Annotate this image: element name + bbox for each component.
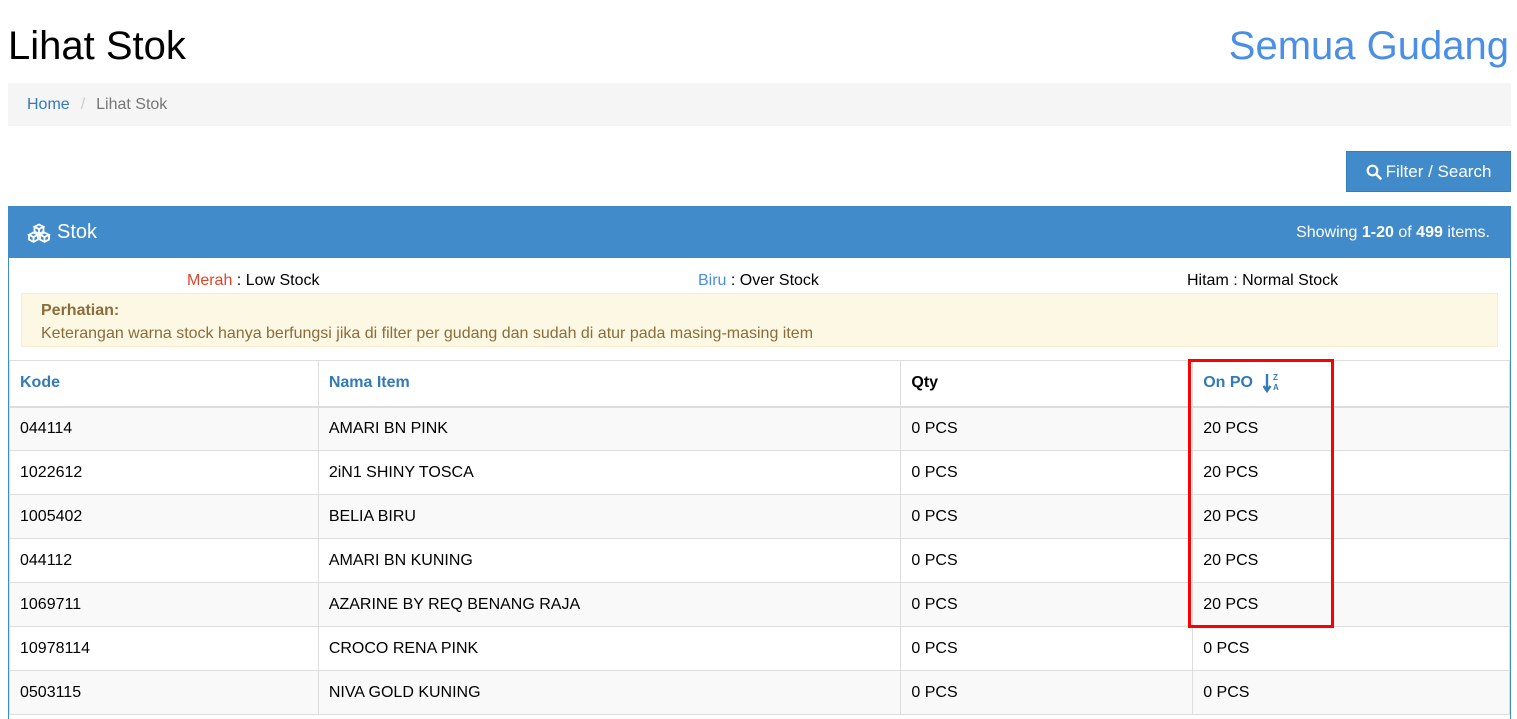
table-row: 1022612 2iN1 SHINY TOSCA 0 PCS 20 PCS — [9, 450, 1510, 495]
cell-qty: 0 PCS — [900, 494, 1194, 539]
panel-title: Stok — [27, 221, 97, 244]
cubes-icon — [27, 222, 51, 243]
column-header-on-po[interactable]: On PO Z A — [1192, 360, 1510, 407]
table-row: 044114 AMARI BN PINK 0 PCS 20 PCS — [9, 405, 1510, 451]
breadcrumb-separator: / — [80, 95, 86, 113]
cell-kode: 1069711 — [9, 582, 319, 627]
item-count-summary: Showing 1-20 of 499 items. — [1296, 223, 1490, 241]
legend-low-stock: Merah : Low Stock — [187, 272, 320, 289]
cell-qty: 0 PCS — [900, 582, 1194, 627]
color-legend: Merah : Low Stock Biru : Over Stock Hita… — [9, 258, 1510, 291]
warehouse-label: Semua Gudang — [1228, 24, 1509, 68]
cell-on-po: 0 PCS — [1192, 626, 1510, 671]
cell-nama-item: 2iN1 SHINY TOSCA — [317, 450, 902, 495]
column-header-on-po-label: On PO — [1203, 374, 1253, 392]
table-row: 10978114 CROCO RENA PINK 0 PCS 0 PCS — [9, 626, 1510, 671]
cell-kode: 044112 — [9, 538, 319, 583]
alert-text: Keterangan warna stock hanya berfungsi j… — [41, 325, 814, 342]
cell-on-po: 20 PCS — [1192, 538, 1510, 583]
cell-qty: 0 PCS — [900, 405, 1194, 451]
table-row: 0503115 NIVA GOLD KUNING 0 PCS 0 PCS — [9, 670, 1510, 715]
column-header-kode[interactable]: Kode — [9, 360, 319, 407]
page-title: Lihat Stok — [8, 24, 186, 68]
cell-nama-item: AZARINE BY REQ BENANG RAJA — [317, 582, 902, 627]
cell-on-po: 20 PCS — [1192, 582, 1510, 627]
legend-normal-stock: Hitam : Normal Stock — [1187, 272, 1339, 289]
sort-alpha-desc-icon: Z A — [1263, 373, 1279, 394]
breadcrumb-home-link[interactable]: Home — [27, 96, 70, 114]
filter-search-label: Filter / Search — [1385, 161, 1492, 181]
cell-on-po: 0 PCS — [1192, 670, 1510, 715]
cell-kode: 1022612 — [9, 450, 319, 495]
cell-qty: 0 PCS — [900, 626, 1194, 671]
warning-alert: Perhatian: Keterangan warna stock hanya … — [21, 293, 1498, 347]
cell-kode: 1005402 — [9, 494, 319, 539]
cell-nama-item: AMARI BN PINK — [317, 405, 902, 451]
table-row: 1069711 AZARINE BY REQ BENANG RAJA 0 PCS 20… — [9, 582, 1510, 627]
cell-on-po: 20 PCS — [1192, 494, 1510, 539]
breadcrumb-current: Lihat Stok — [96, 95, 168, 113]
cell-kode: 0503115 — [9, 670, 319, 715]
cell-nama-item: CROCO RENA PINK — [317, 626, 902, 671]
column-header-qty: Qty — [900, 360, 1194, 407]
table-row: 044112 AMARI BN KUNING 0 PCS 20 PCS — [9, 538, 1510, 583]
cell-on-po: 20 PCS — [1192, 405, 1510, 451]
cell-kode: 10978114 — [9, 626, 319, 671]
cell-kode: 044114 — [9, 405, 319, 451]
filter-search-button[interactable]: Filter / Search — [1346, 151, 1511, 192]
stock-panel: Stok Showing 1-20 of 499 items. Merah : … — [8, 206, 1511, 719]
cell-on-po: 20 PCS — [1192, 450, 1510, 495]
legend-over-stock: Biru : Over Stock — [698, 272, 819, 289]
column-header-nama-item[interactable]: Nama Item — [317, 360, 902, 407]
cell-nama-item: NIVA GOLD KUNING — [317, 670, 902, 715]
svg-text:Z: Z — [1273, 373, 1278, 382]
breadcrumb: Home / Lihat Stok — [8, 83, 1511, 126]
cell-nama-item: BELIA BIRU — [317, 494, 902, 539]
table-header-row: Kode Nama Item Qty On PO Z A — [9, 360, 1510, 407]
cell-nama-item: AMARI BN KUNING — [317, 538, 902, 583]
svg-text:A: A — [1273, 383, 1279, 392]
cell-qty: 0 PCS — [900, 538, 1194, 583]
cell-qty: 0 PCS — [900, 670, 1194, 715]
table-row: 1005402 BELIA BIRU 0 PCS 20 PCS — [9, 494, 1510, 539]
stock-table: Kode Nama Item Qty On PO Z A 044114 AMARI… — [9, 360, 1510, 715]
search-icon — [1366, 164, 1382, 180]
panel-header: Stok Showing 1-20 of 499 items. — [9, 207, 1510, 258]
alert-title: Perhatian: — [41, 302, 120, 319]
panel-title-text: Stok — [57, 221, 98, 243]
cell-qty: 0 PCS — [900, 450, 1194, 495]
